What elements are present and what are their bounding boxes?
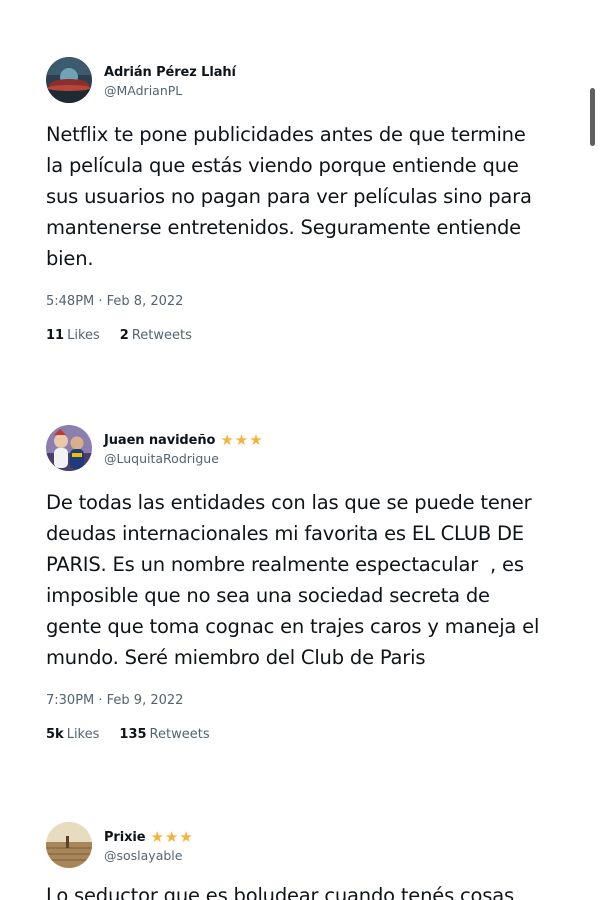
tweet-text: Lo seductor que es boludear cuando tenés… <box>46 884 514 900</box>
tweet-header: Prixie ★ ★ ★ @soslayable <box>46 822 566 868</box>
display-name[interactable]: Adrián Pérez Llahí <box>104 65 236 80</box>
tweet-text: Netflix te pone publicidades antes de qu… <box>46 123 532 270</box>
handle[interactable]: @soslayable <box>104 848 193 863</box>
star-rating: ★ ★ ★ <box>220 430 263 449</box>
star-icon: ★ <box>220 430 234 449</box>
likes-count: 11 <box>46 328 65 343</box>
star-icon: ★ <box>179 827 193 846</box>
star-icon: ★ <box>234 430 249 449</box>
scrollbar-thumb[interactable] <box>590 88 595 146</box>
likes-stat[interactable]: 11 Likes <box>46 328 100 343</box>
avatar[interactable] <box>46 425 92 471</box>
display-name-row: Adrián Pérez Llahí <box>104 62 236 82</box>
people-avatar-icon <box>46 425 92 471</box>
field-avatar-icon <box>46 822 92 868</box>
display-name-row: Juaen navideño ★ ★ ★ <box>104 430 263 450</box>
retweets-stat[interactable]: 135 Retweets <box>119 727 209 742</box>
tweet-timestamp[interactable]: 7:30PM · Feb 9, 2022 <box>46 693 566 708</box>
retweets-label: Retweets <box>131 328 192 343</box>
retweets-label: Retweets <box>149 727 210 742</box>
avatar[interactable] <box>46 822 92 868</box>
user-names: Adrián Pérez Llahí @MAdrianPL <box>104 62 236 99</box>
tweet-stats: 11 Likes 2 Retweets <box>46 328 566 343</box>
handle[interactable]: @MAdrianPL <box>104 83 236 98</box>
tweet-text: De todas las entidades con las que se pu… <box>46 491 540 669</box>
tweet[interactable]: Adrián Pérez Llahí @MAdrianPL Netflix te… <box>46 57 566 343</box>
avatar[interactable] <box>46 57 92 103</box>
display-name[interactable]: Prixie <box>104 830 146 845</box>
tweet[interactable]: Juaen navideño ★ ★ ★ @LuquitaRodrigue De… <box>46 425 566 742</box>
likes-label: Likes <box>67 328 100 343</box>
star-icon: ★ <box>249 430 263 449</box>
landscape-avatar-icon <box>46 57 92 103</box>
retweets-stat[interactable]: 2 Retweets <box>120 328 192 343</box>
tweet-timestamp[interactable]: 5:48PM · Feb 8, 2022 <box>46 294 566 309</box>
display-name-row: Prixie ★ ★ ★ <box>104 827 193 847</box>
retweets-count: 135 <box>119 727 147 742</box>
tweet-header: Juaen navideño ★ ★ ★ @LuquitaRodrigue <box>46 425 566 471</box>
tweet[interactable]: Prixie ★ ★ ★ @soslayable Lo seductor que… <box>46 822 566 900</box>
star-icon: ★ <box>164 827 179 846</box>
likes-count: 5k <box>46 727 64 742</box>
tweet-feed: Adrián Pérez Llahí @MAdrianPL Netflix te… <box>0 0 600 900</box>
display-name[interactable]: Juaen navideño <box>104 433 215 448</box>
handle[interactable]: @LuquitaRodrigue <box>104 451 263 466</box>
retweets-count: 2 <box>119 328 129 343</box>
star-rating: ★ ★ ★ <box>150 827 193 846</box>
tweet-header: Adrián Pérez Llahí @MAdrianPL <box>46 57 566 103</box>
user-names: Juaen navideño ★ ★ ★ @LuquitaRodrigue <box>104 430 263 466</box>
star-icon: ★ <box>150 827 164 846</box>
tweet-stats: 5k Likes 135 Retweets <box>46 727 566 742</box>
likes-stat[interactable]: 5k Likes <box>46 727 99 742</box>
user-names: Prixie ★ ★ ★ @soslayable <box>104 827 193 863</box>
likes-label: Likes <box>66 727 100 742</box>
